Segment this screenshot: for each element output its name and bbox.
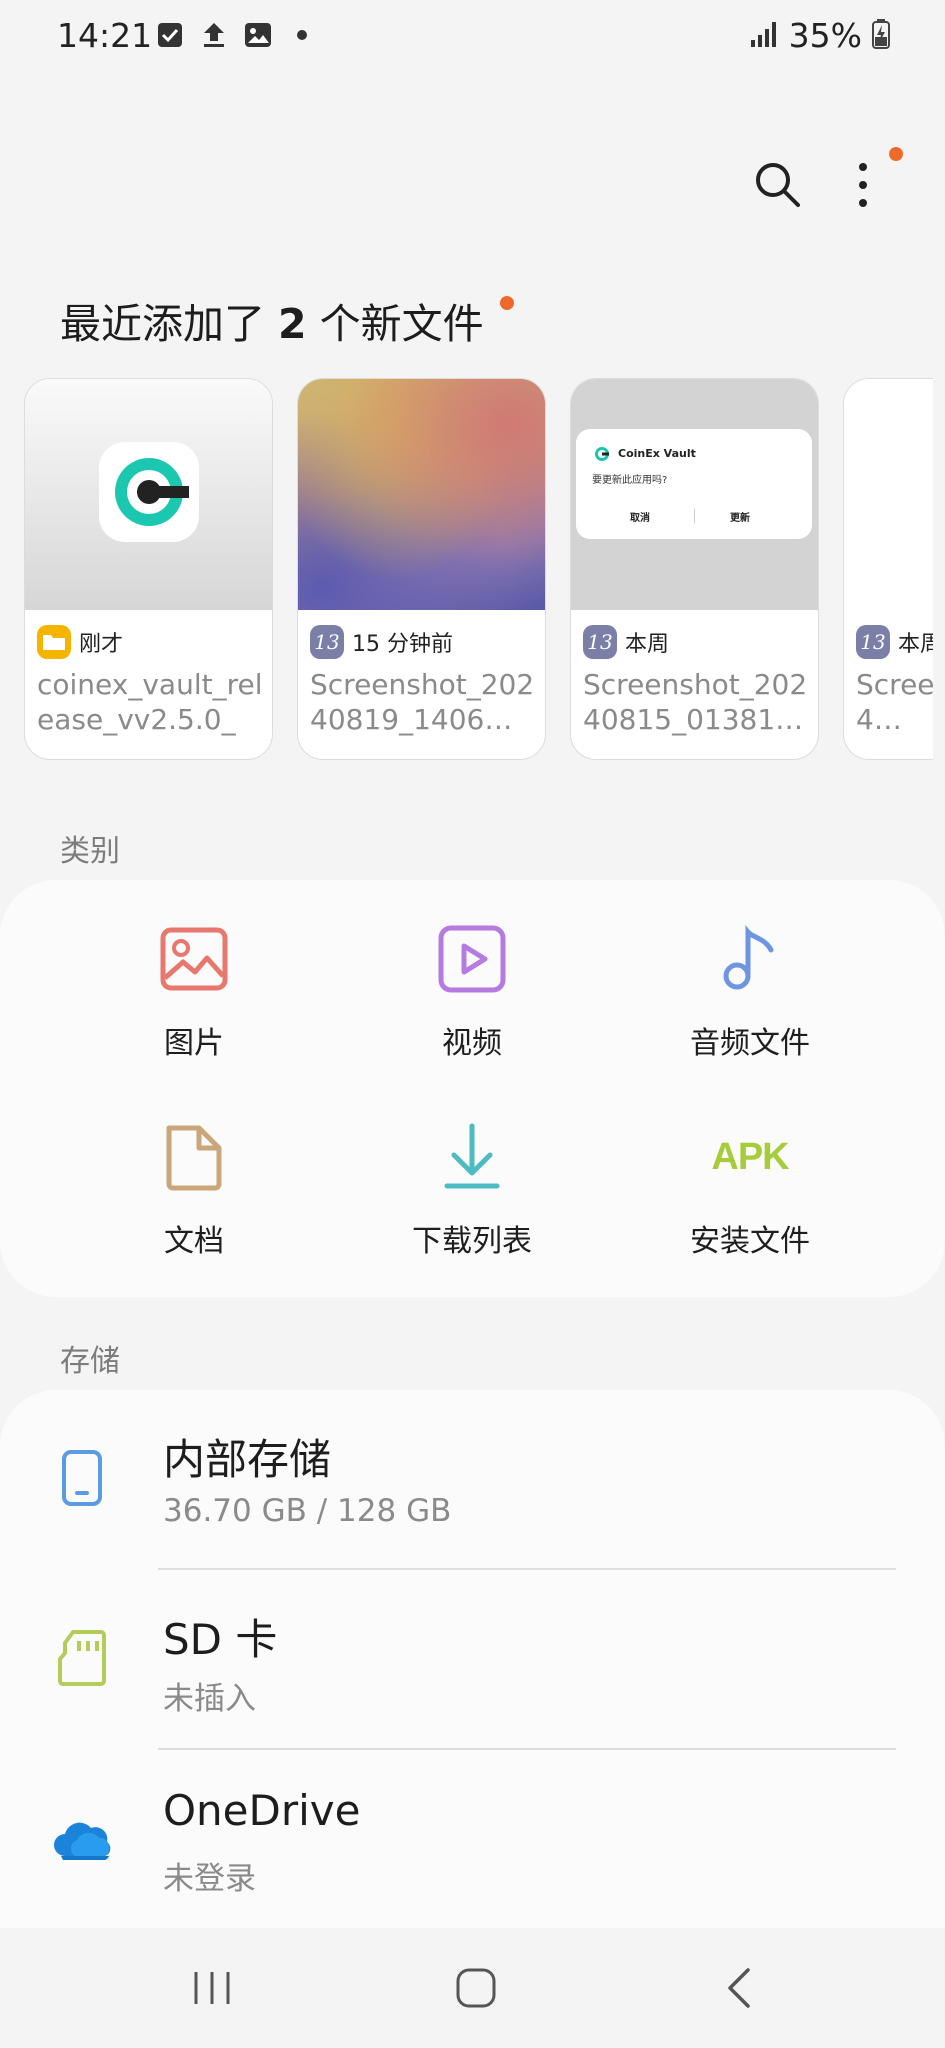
checkbox-notification-icon bbox=[155, 20, 185, 50]
category-label: 图片 bbox=[164, 1026, 224, 1061]
video-icon bbox=[435, 922, 509, 996]
battery-charging-icon bbox=[872, 18, 890, 53]
screenshot-dialog-preview: CoinEx Vault 要更新此应用吗? 取消 更新 bbox=[576, 429, 812, 539]
recent-new-dot bbox=[500, 296, 514, 310]
recent-count: 2 bbox=[278, 300, 307, 348]
sd-card-icon bbox=[48, 1624, 116, 1692]
gallery-icon: 13 bbox=[583, 625, 617, 659]
storage-panel: 内部存储 36.70 GB / 128 GB SD 卡 未插入 OneDrive… bbox=[0, 1390, 945, 2010]
onedrive-cloud-icon bbox=[48, 1804, 116, 1872]
coinex-app-icon bbox=[99, 442, 199, 542]
new-notification-dot bbox=[889, 147, 903, 161]
apk-icon: APK bbox=[711, 1120, 789, 1194]
file-manager-screen: 14:21 35% 最近添加了 2 个新文件 刚才 coinex_vault_r… bbox=[0, 0, 945, 2048]
file-thumbnail bbox=[25, 379, 272, 610]
file-meta: 13 本周 bbox=[583, 625, 669, 659]
file-time: 刚才 bbox=[79, 632, 124, 657]
more-options-button[interactable] bbox=[843, 155, 883, 215]
document-icon bbox=[157, 1120, 231, 1194]
dialog-update: 更新 bbox=[730, 513, 750, 524]
recent-file-card[interactable]: CoinEx Vault 要更新此应用吗? 取消 更新 13 本周 Screen… bbox=[570, 378, 819, 760]
category-images[interactable]: 图片 bbox=[54, 922, 334, 1072]
dialog-title: CoinEx Vault bbox=[618, 447, 696, 460]
file-meta: 13 本周 bbox=[856, 625, 933, 659]
file-name: Screenshot_20240815_01381… bbox=[583, 668, 808, 736]
storage-onedrive[interactable]: OneDrive 未登录 bbox=[0, 1750, 945, 1930]
dialog-message: 要更新此应用吗? bbox=[592, 475, 668, 486]
image-notification-icon bbox=[243, 20, 273, 50]
recent-title-suffix: 个新文件 bbox=[319, 300, 484, 348]
back-icon bbox=[728, 1968, 750, 2008]
recent-files-title: 最近添加了 2 个新文件 bbox=[60, 290, 484, 350]
recent-file-card[interactable]: 刚才 coinex_vault_release_vv2.5.0_t… bbox=[24, 378, 273, 760]
file-time: 本周 bbox=[625, 632, 670, 657]
file-time: 本周 bbox=[898, 632, 933, 657]
search-icon bbox=[756, 163, 800, 207]
search-button[interactable] bbox=[748, 155, 808, 215]
status-time: 14:21 bbox=[57, 16, 153, 55]
category-audio[interactable]: 音频文件 bbox=[610, 922, 890, 1072]
more-options-icon bbox=[859, 163, 867, 207]
file-name: coinex_vault_release_vv2.5.0_t… bbox=[37, 668, 263, 736]
file-time: 15 分钟前 bbox=[352, 632, 453, 657]
storage-sd-card[interactable]: SD 卡 未插入 bbox=[0, 1570, 945, 1750]
storage-name: SD 卡 bbox=[163, 1615, 278, 1664]
apk-text: APK bbox=[711, 1135, 789, 1178]
folder-icon bbox=[37, 625, 71, 659]
category-label: 安装文件 bbox=[690, 1224, 810, 1259]
storage-status: 未登录 bbox=[163, 1861, 256, 1897]
music-note-icon bbox=[713, 922, 787, 996]
recent-file-card[interactable]: 13 15 分钟前 Screenshot_20240819_1406… bbox=[297, 378, 546, 760]
storage-name: 内部存储 bbox=[163, 1435, 332, 1484]
categories-panel: 图片 视频 音频文件 文档 下载列表 APK 安装文件 bbox=[0, 880, 945, 1297]
status-right: 35% bbox=[749, 16, 890, 55]
category-label: 文档 bbox=[164, 1224, 224, 1259]
upload-icon bbox=[199, 20, 229, 50]
storage-name: OneDrive bbox=[163, 1786, 361, 1835]
recent-apps-button[interactable] bbox=[172, 1958, 252, 2018]
recent-title-prefix: 最近添加了 bbox=[60, 300, 265, 348]
image-icon bbox=[157, 922, 231, 996]
category-videos[interactable]: 视频 bbox=[332, 922, 612, 1072]
storage-internal[interactable]: 内部存储 36.70 GB / 128 GB bbox=[0, 1390, 945, 1570]
dialog-cancel: 取消 bbox=[630, 513, 650, 524]
category-label: 音频文件 bbox=[690, 1026, 810, 1061]
file-name: Screenshot_20240819_1406… bbox=[310, 668, 535, 736]
file-thumbnail bbox=[844, 379, 933, 610]
download-icon bbox=[435, 1120, 509, 1194]
file-name: Screenshot_2024… bbox=[856, 668, 933, 736]
coinex-logo-icon bbox=[595, 447, 609, 461]
categories-label: 类别 bbox=[60, 834, 120, 869]
home-icon bbox=[456, 1968, 496, 2008]
dialog-separator bbox=[694, 509, 695, 523]
recent-files-carousel[interactable]: 刚才 coinex_vault_release_vv2.5.0_t… 13 15… bbox=[0, 378, 933, 760]
notification-icons bbox=[155, 20, 317, 50]
category-documents[interactable]: 文档 bbox=[54, 1120, 334, 1270]
system-nav-bar bbox=[0, 1928, 945, 2048]
storage-status: 未插入 bbox=[163, 1681, 256, 1717]
category-label: 视频 bbox=[442, 1026, 502, 1061]
file-thumbnail bbox=[298, 379, 545, 610]
gallery-icon: 13 bbox=[856, 625, 890, 659]
category-apk[interactable]: APK 安装文件 bbox=[610, 1120, 890, 1270]
dot-icon bbox=[287, 20, 317, 50]
home-button[interactable] bbox=[436, 1958, 516, 2018]
storage-label: 存储 bbox=[60, 1344, 120, 1379]
back-button[interactable] bbox=[700, 1958, 780, 2018]
storage-usage: 36.70 GB / 128 GB bbox=[163, 1493, 452, 1529]
recent-file-card[interactable]: 13 本周 Screenshot_2024… bbox=[843, 378, 933, 760]
battery-percent: 35% bbox=[788, 16, 862, 55]
recent-apps-icon bbox=[194, 1972, 230, 2004]
category-downloads[interactable]: 下载列表 bbox=[332, 1120, 612, 1270]
status-bar: 14:21 35% bbox=[0, 0, 945, 74]
file-meta: 刚才 bbox=[37, 625, 123, 659]
category-label: 下载列表 bbox=[412, 1224, 532, 1259]
phone-icon bbox=[48, 1444, 116, 1512]
gallery-icon: 13 bbox=[310, 625, 344, 659]
file-meta: 13 15 分钟前 bbox=[310, 625, 453, 659]
file-thumbnail: CoinEx Vault 要更新此应用吗? 取消 更新 bbox=[571, 379, 818, 610]
signal-icon bbox=[749, 20, 779, 52]
